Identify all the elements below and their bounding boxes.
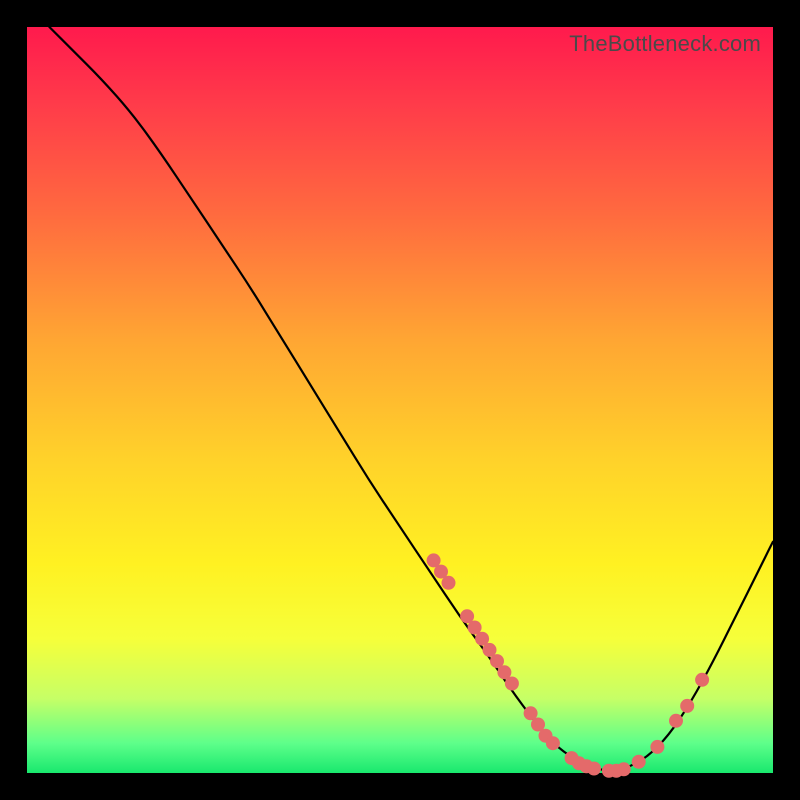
chart-svg [27,27,773,773]
chart-frame: TheBottleneck.com [27,27,773,773]
curve-point [505,677,519,691]
curve-point [695,673,709,687]
curve-point [669,714,683,728]
bottleneck-curve [49,27,773,771]
curve-point [680,699,694,713]
curve-point [442,576,456,590]
curve-point [546,736,560,750]
curve-point [632,755,646,769]
curve-point [587,762,601,776]
curve-points [427,553,709,777]
curve-point [650,740,664,754]
curve-point [617,762,631,776]
